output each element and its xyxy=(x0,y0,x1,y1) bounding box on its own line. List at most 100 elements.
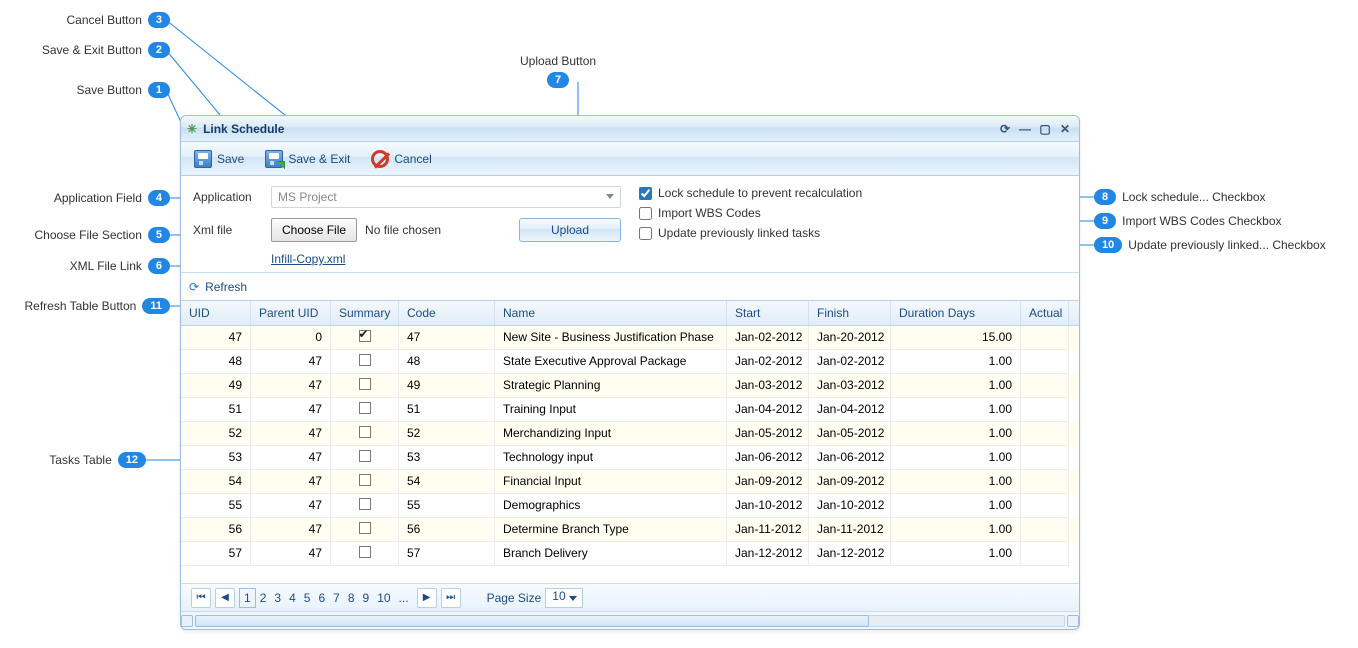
summary-checkbox[interactable] xyxy=(359,354,371,366)
cancel-label: Cancel xyxy=(394,152,431,166)
lock-label: Lock schedule to prevent recalculation xyxy=(658,186,862,200)
table-row[interactable]: 494749Strategic PlanningJan-03-2012Jan-0… xyxy=(181,374,1079,398)
table-cell: 47 xyxy=(251,350,331,374)
table-cell xyxy=(1021,518,1069,542)
column-header[interactable]: Actual xyxy=(1021,301,1069,325)
refresh-icon[interactable]: ⟳ xyxy=(997,121,1013,137)
summary-checkbox[interactable] xyxy=(359,450,371,462)
table-row[interactable]: 564756Determine Branch TypeJan-11-2012Ja… xyxy=(181,518,1079,542)
table-row[interactable]: 554755DemographicsJan-10-2012Jan-10-2012… xyxy=(181,494,1079,518)
column-header[interactable]: UID xyxy=(181,301,251,325)
refresh-button[interactable]: ⟳ Refresh xyxy=(181,272,1079,300)
column-header[interactable]: Finish xyxy=(809,301,891,325)
table-row[interactable]: 534753Technology inputJan-06-2012Jan-06-… xyxy=(181,446,1079,470)
summary-checkbox[interactable] xyxy=(359,426,371,438)
prohibit-icon xyxy=(370,149,390,169)
refresh-label: Refresh xyxy=(205,280,247,294)
table-cell: 52 xyxy=(399,422,495,446)
table-cell: Branch Delivery xyxy=(495,542,727,566)
pager-page[interactable]: 3 xyxy=(270,589,285,607)
column-header[interactable]: Code xyxy=(399,301,495,325)
pager-page[interactable]: 10 xyxy=(373,589,394,607)
pager-page[interactable]: 7 xyxy=(329,589,344,607)
update-prev-checkbox-input[interactable] xyxy=(639,227,652,240)
pager-page[interactable]: 9 xyxy=(359,589,374,607)
summary-checkbox[interactable] xyxy=(359,546,371,558)
choose-file-button[interactable]: Choose File xyxy=(271,218,357,242)
xml-file-link[interactable]: Infill-Copy.xml xyxy=(271,252,621,266)
application-label: Application xyxy=(193,190,263,204)
pager-page[interactable]: 1 xyxy=(239,588,256,608)
pager-page[interactable]: ... xyxy=(395,589,413,607)
table-cell: Demographics xyxy=(495,494,727,518)
application-value: MS Project xyxy=(278,190,337,204)
column-header[interactable]: Duration Days xyxy=(891,301,1021,325)
pager-page[interactable]: 2 xyxy=(256,589,271,607)
disk-icon xyxy=(193,149,213,169)
pager-page[interactable]: 5 xyxy=(300,589,315,607)
upload-button[interactable]: Upload xyxy=(519,218,621,242)
column-header[interactable]: Name xyxy=(495,301,727,325)
table-cell xyxy=(1021,398,1069,422)
pager-page[interactable]: 6 xyxy=(314,589,329,607)
table-row[interactable]: 484748State Executive Approval PackageJa… xyxy=(181,350,1079,374)
summary-checkbox[interactable] xyxy=(359,474,371,486)
pager-page[interactable]: 4 xyxy=(285,589,300,607)
lock-schedule-checkbox[interactable]: Lock schedule to prevent recalculation xyxy=(639,186,1067,200)
table-cell: 56 xyxy=(181,518,251,542)
column-header[interactable]: Parent UID xyxy=(251,301,331,325)
annot-label: Import WBS Codes Checkbox xyxy=(1122,214,1281,228)
pager-prev[interactable]: ◀ xyxy=(215,588,235,608)
table-cell: Jan-06-2012 xyxy=(809,446,891,470)
table-cell: Jan-02-2012 xyxy=(727,350,809,374)
update-prev-checkbox[interactable]: Update previously linked tasks xyxy=(639,226,1067,240)
pager-page[interactable]: 8 xyxy=(344,589,359,607)
import-wbs-checkbox[interactable]: Import WBS Codes xyxy=(639,206,1067,220)
summary-checkbox[interactable] xyxy=(359,402,371,414)
cancel-button[interactable]: Cancel xyxy=(366,147,435,171)
application-select[interactable]: MS Project xyxy=(271,186,621,208)
close-icon[interactable]: ✕ xyxy=(1057,121,1073,137)
summary-checkbox[interactable] xyxy=(359,498,371,510)
summary-checkbox[interactable] xyxy=(359,522,371,534)
table-cell xyxy=(331,374,399,398)
table-row[interactable]: 544754Financial InputJan-09-2012Jan-09-2… xyxy=(181,470,1079,494)
scroll-thumb[interactable] xyxy=(195,615,869,627)
table-cell: 55 xyxy=(181,494,251,518)
horizontal-scrollbar[interactable] xyxy=(181,611,1079,629)
page-size-select[interactable]: 10 xyxy=(545,588,582,608)
save-button[interactable]: Save xyxy=(189,147,248,171)
table-body: 47047New Site - Business Justification P… xyxy=(181,326,1079,566)
table-cell xyxy=(331,422,399,446)
table-cell xyxy=(1021,422,1069,446)
lock-checkbox-input[interactable] xyxy=(639,187,652,200)
pager-next[interactable]: ▶ xyxy=(417,588,437,608)
table-cell: 53 xyxy=(399,446,495,470)
table-cell: Jan-10-2012 xyxy=(809,494,891,518)
wbs-checkbox-input[interactable] xyxy=(639,207,652,220)
table-row[interactable]: 574757Branch DeliveryJan-12-2012Jan-12-2… xyxy=(181,542,1079,566)
pager-last[interactable]: ⏭ xyxy=(441,588,461,608)
minimize-icon[interactable]: — xyxy=(1017,121,1033,137)
table-cell: 53 xyxy=(181,446,251,470)
annot-label: Tasks Table xyxy=(49,453,111,467)
table-cell: 1.00 xyxy=(891,470,1021,494)
maximize-icon[interactable]: ▢ xyxy=(1037,121,1053,137)
table-cell: Jan-12-2012 xyxy=(809,542,891,566)
table-cell: 1.00 xyxy=(891,374,1021,398)
summary-checkbox[interactable] xyxy=(359,378,371,390)
save-exit-button[interactable]: Save & Exit xyxy=(260,147,354,171)
scroll-right-icon[interactable] xyxy=(1067,615,1079,627)
scroll-left-icon[interactable] xyxy=(181,615,193,627)
pager-first[interactable]: ⏮ xyxy=(191,588,211,608)
column-header[interactable]: Summary xyxy=(331,301,399,325)
table-row[interactable]: 47047New Site - Business Justification P… xyxy=(181,326,1079,350)
table-cell: Jan-05-2012 xyxy=(727,422,809,446)
table-row[interactable]: 514751Training InputJan-04-2012Jan-04-20… xyxy=(181,398,1079,422)
column-header[interactable]: Start xyxy=(727,301,809,325)
table-cell: 55 xyxy=(399,494,495,518)
save-label: Save xyxy=(217,152,244,166)
table-row[interactable]: 524752Merchandizing InputJan-05-2012Jan-… xyxy=(181,422,1079,446)
summary-checkbox[interactable] xyxy=(359,330,371,342)
table-cell: 54 xyxy=(399,470,495,494)
